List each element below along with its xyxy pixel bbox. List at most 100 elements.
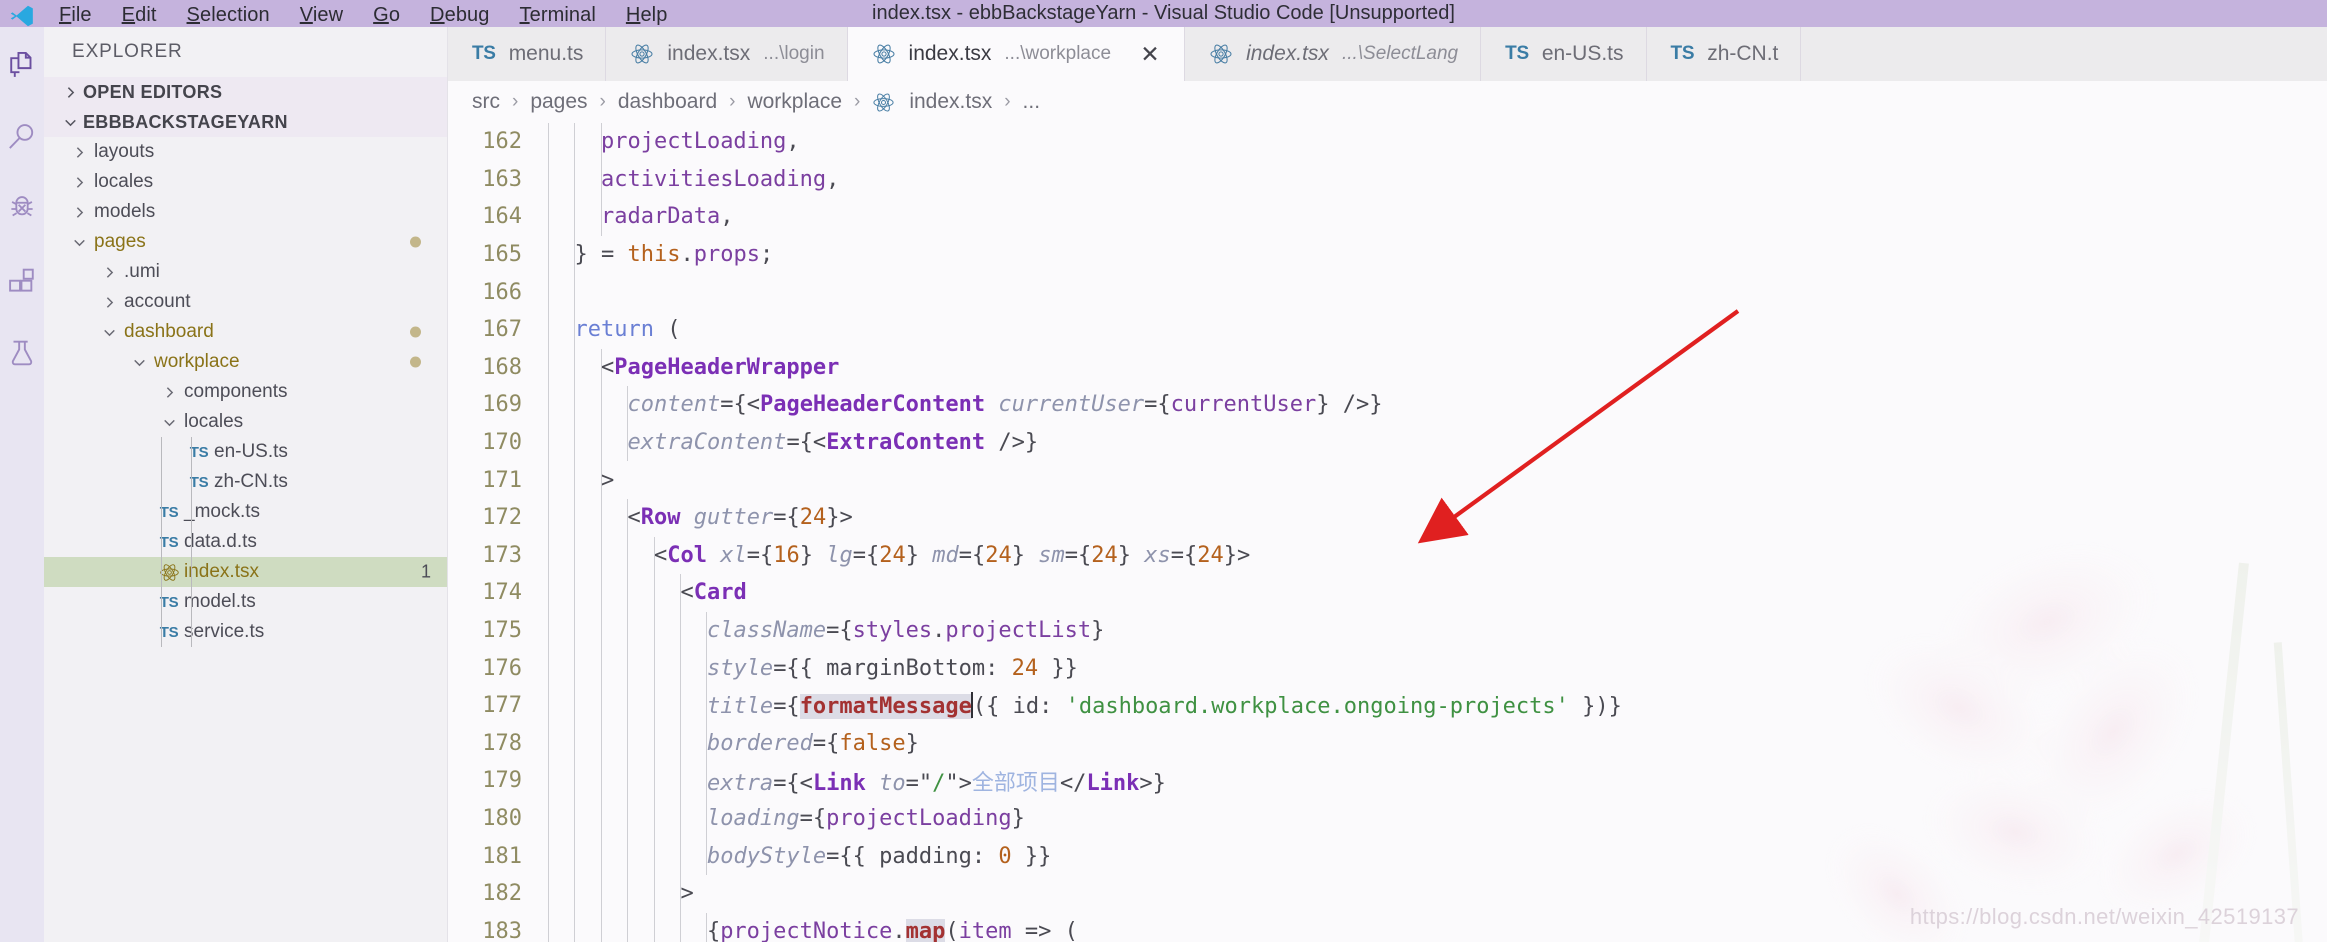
breadcrumb-item[interactable]: index.tsx	[909, 90, 992, 114]
code-token: ={	[773, 505, 800, 531]
code-line[interactable]: 176 style={{ marginBottom: 24 }}	[448, 649, 2327, 687]
close-icon[interactable]: ✕	[1138, 42, 1162, 66]
breadcrumb-item[interactable]: workplace	[747, 90, 842, 114]
menu-selection[interactable]: Selection	[172, 2, 285, 27]
code-editor[interactable]: 162 projectLoading, 163 activitiesLoading…	[448, 123, 2327, 942]
breadcrumb-item[interactable]: src	[472, 90, 500, 114]
explorer-sidebar: EXPLORER OPEN EDITORS EBBBACKSTAGEYARN l…	[44, 27, 448, 942]
breadcrumb-item[interactable]: dashboard	[618, 90, 717, 114]
menu-terminal[interactable]: Terminal	[505, 2, 611, 27]
code-token: }	[1011, 805, 1025, 831]
code-line[interactable]: 177 title={formatMessage({ id: 'dashboar…	[448, 687, 2327, 725]
menu-help[interactable]: Help	[611, 2, 683, 27]
tab-label: index.tsx	[667, 42, 751, 65]
tree-folder-dashboard[interactable]: dashboard	[44, 317, 447, 347]
tree-folder-locales[interactable]: locales	[44, 407, 447, 437]
code-token: content	[627, 392, 721, 418]
menu-go[interactable]: Go	[358, 2, 415, 27]
extensions-icon[interactable]	[2, 261, 42, 301]
code-line[interactable]: 162 projectLoading,	[448, 123, 2327, 161]
code-line-content: radarData,	[540, 204, 733, 229]
code-line[interactable]: 168 <PageHeaderWrapper	[448, 349, 2327, 387]
tree-file-zh-CN.ts[interactable]: TS zh-CN.ts	[44, 467, 447, 497]
code-line[interactable]: 179 extra={<Link to="/">全部项目</Link>}	[448, 762, 2327, 800]
tree-folder-workplace[interactable]: workplace	[44, 347, 447, 377]
code-line-content: <Col xl={16} lg={24} md={24} sm={24} xs=…	[540, 543, 1250, 568]
explorer-icon[interactable]	[2, 45, 42, 85]
section-project-root[interactable]: EBBBACKSTAGEYARN	[44, 107, 447, 137]
tree-file-index.tsx[interactable]: index.tsx 1	[44, 557, 447, 587]
typescript-file-icon: TS	[472, 43, 496, 64]
tab-path-label: ...\workplace	[1004, 43, 1112, 64]
tree-item-label: locales	[94, 171, 154, 192]
code-token: map	[905, 918, 946, 942]
tree-folder-pages[interactable]: pages	[44, 227, 447, 257]
chevron-right-icon	[66, 144, 92, 161]
tree-file-_mock.ts[interactable]: TS _mock.ts	[44, 497, 447, 527]
code-line[interactable]: 164 radarData,	[448, 198, 2327, 236]
code-line[interactable]: 169 content={<PageHeaderContent currentU…	[448, 386, 2327, 424]
activity-bar	[0, 27, 44, 942]
code-line[interactable]: 166	[448, 273, 2327, 311]
editor-tab-index-tsx-SelectLang[interactable]: index.tsx ...\SelectLang	[1185, 27, 1482, 81]
beaker-icon[interactable]	[2, 333, 42, 373]
tree-folder-layouts[interactable]: layouts	[44, 137, 447, 167]
debug-icon[interactable]	[2, 189, 42, 229]
menu-bar[interactable]: File Edit Selection View Go Debug Termin…	[44, 2, 682, 27]
code-lines[interactable]: 162 projectLoading, 163 activitiesLoading…	[448, 123, 2327, 942]
code-line[interactable]: 175 className={styles.projectList}	[448, 612, 2327, 650]
breadcrumb-item[interactable]: pages	[530, 90, 587, 114]
code-token: projectNotice	[720, 918, 893, 942]
code-token: 全部项目	[971, 770, 1060, 796]
line-number: 182	[482, 881, 522, 907]
tree-folder-.umi[interactable]: .umi	[44, 257, 447, 287]
editor-tab-en-US-ts[interactable]: TS en-US.ts	[1481, 27, 1647, 81]
code-line[interactable]: 174 <Card	[448, 574, 2327, 612]
code-line[interactable]: 172 <Row gutter={24}>	[448, 499, 2327, 537]
editor-tab-zh-CN-t[interactable]: TS zh-CN.t	[1646, 27, 1802, 81]
code-line[interactable]: 163 activitiesLoading,	[448, 161, 2327, 199]
code-token: ={<	[786, 430, 827, 456]
editor-tab-index-tsx-login[interactable]: index.tsx ...\login	[606, 27, 848, 81]
code-line[interactable]: 165 } = this.props;	[448, 236, 2327, 274]
menu-view[interactable]: View	[285, 2, 358, 27]
vscode-window: File Edit Selection View Go Debug Termin…	[0, 0, 2327, 942]
code-line-content: <Row gutter={24}>	[540, 505, 852, 531]
breadcrumb[interactable]: src › pages › dashboard › workplace › index.tsx ›…	[448, 81, 2327, 123]
tree-file-en-US.ts[interactable]: TS en-US.ts	[44, 437, 447, 467]
code-token: }	[1011, 542, 1039, 568]
code-line[interactable]: 181 bodyStyle={{ padding: 0 }}	[448, 837, 2327, 875]
tab-label: index.tsx	[1246, 42, 1329, 65]
breadcrumb-separator-icon: ›	[854, 91, 861, 112]
menu-debug[interactable]: Debug	[415, 2, 504, 27]
tree-folder-models[interactable]: models	[44, 197, 447, 227]
tree-folder-components[interactable]: components	[44, 377, 447, 407]
line-number: 169	[482, 392, 522, 418]
line-number: 176	[482, 655, 522, 681]
code-line[interactable]: 171 >	[448, 461, 2327, 499]
code-line[interactable]: 170 extraContent={<ExtraContent />}	[448, 424, 2327, 462]
menu-file[interactable]: File	[44, 2, 107, 27]
section-open-editors[interactable]: OPEN EDITORS	[44, 77, 447, 107]
editor-tab-index-tsx-workplace[interactable]: index.tsx ...\workplace ✕	[847, 27, 1186, 81]
tree-file-service.ts[interactable]: TS service.ts	[44, 617, 447, 647]
editor-tab-menu-ts[interactable]: TS menu.ts	[448, 27, 607, 81]
code-line[interactable]: 178 bordered={false}	[448, 725, 2327, 763]
tree-file-data.d.ts[interactable]: TS data.d.ts	[44, 527, 447, 557]
code-line[interactable]: 167 return (	[448, 311, 2327, 349]
code-line[interactable]: 173 <Col xl={16} lg={24} md={24} sm={24}…	[448, 537, 2327, 575]
code-token: />}	[985, 430, 1039, 456]
tree-folder-account[interactable]: account	[44, 287, 447, 317]
search-icon[interactable]	[2, 117, 42, 157]
code-line[interactable]: 183 {projectNotice.map(item => (	[448, 912, 2327, 942]
code-line-content: <PageHeaderWrapper	[540, 355, 839, 380]
menu-edit[interactable]: Edit	[107, 2, 172, 27]
tree-file-model.ts[interactable]: TS model.ts	[44, 587, 447, 617]
breadcrumb-item[interactable]: ...	[1023, 90, 1041, 114]
code-line[interactable]: 180 loading={projectLoading}	[448, 800, 2327, 838]
code-line[interactable]: 182 >	[448, 875, 2327, 913]
code-line-content: <Card	[540, 580, 746, 605]
tree-folder-locales[interactable]: locales	[44, 167, 447, 197]
